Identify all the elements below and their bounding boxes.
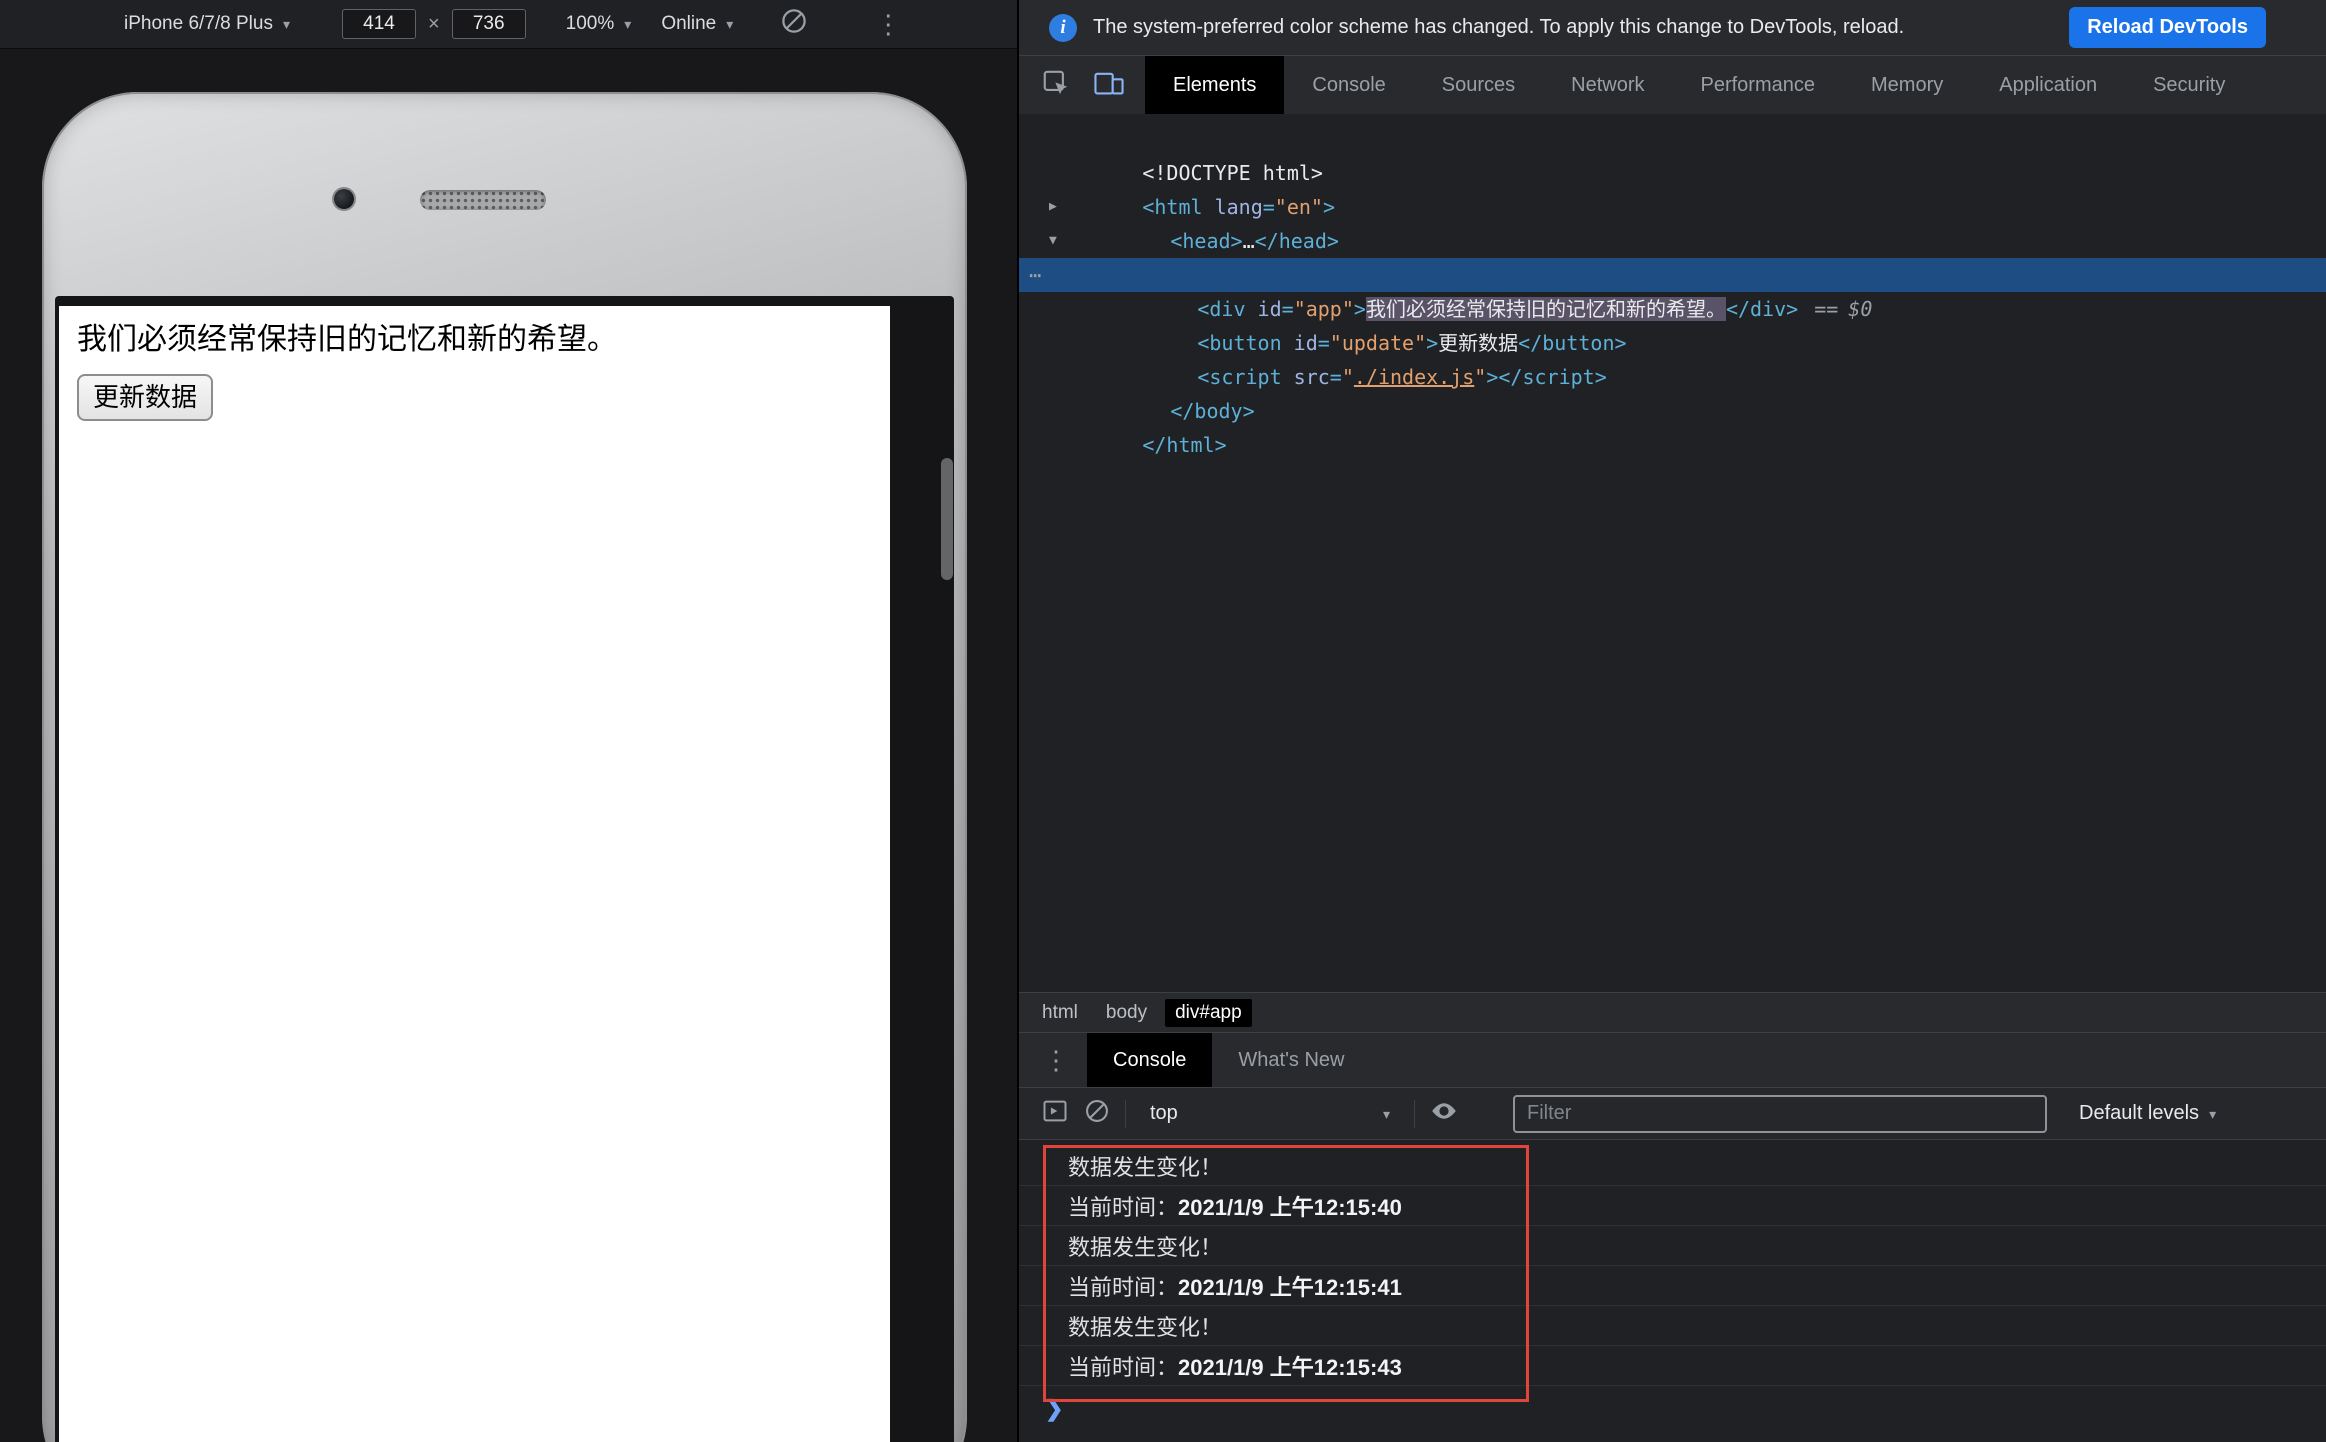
rotate-disabled-icon xyxy=(779,6,809,42)
tab-console[interactable]: Console xyxy=(1284,56,1413,114)
console-messages-area: 数据发生变化！ 当前时间： 2021/1/9 上午12:15:40 数据发生变化！… xyxy=(1019,1140,2326,1442)
dimensions-times-separator: × xyxy=(427,12,440,35)
node-more-actions-icon[interactable]: ⋯ xyxy=(1029,258,1042,292)
device-toolbar: iPhone 6/7/8 Plus ▾ × 100% ▾ Online ▾ ⋮ xyxy=(0,0,1017,49)
device-emulation-pane: iPhone 6/7/8 Plus ▾ × 100% ▾ Online ▾ ⋮ xyxy=(0,0,1019,1442)
breadcrumb-item-body[interactable]: body xyxy=(1096,999,1157,1027)
elements-panel: <!DOCTYPE html> <html lang="en"> ▶ <head>… xyxy=(1019,114,2326,992)
tab-application[interactable]: Application xyxy=(1971,56,2125,114)
dom-node-update-button[interactable]: <button id="update">更新数据</button> xyxy=(1019,292,2326,355)
toggle-device-toolbar-button[interactable] xyxy=(1093,68,1125,103)
drawer-tab-whats-new[interactable]: What's New xyxy=(1212,1033,1370,1087)
tab-network[interactable]: Network xyxy=(1543,56,1672,114)
device-toolbar-icon xyxy=(1093,68,1125,103)
console-message-row: 数据发生变化！ xyxy=(1019,1226,2326,1266)
chevron-down-icon: ▾ xyxy=(282,16,290,32)
tab-sources[interactable]: Sources xyxy=(1414,56,1543,114)
ban-circle-icon xyxy=(1083,1097,1111,1130)
console-sidebar-icon xyxy=(1041,1097,1069,1130)
expand-arrow-icon[interactable]: ▶ xyxy=(1049,190,1057,224)
breadcrumb: html body div#app xyxy=(1019,992,2326,1032)
main-tab-bar: Elements Console Sources Network Perform… xyxy=(1019,56,2326,114)
dom-node-script[interactable]: <script src="./index.js"></script> xyxy=(1019,326,2326,389)
clear-console-button[interactable] xyxy=(1083,1097,1111,1130)
breadcrumb-item-html[interactable]: html xyxy=(1032,999,1088,1027)
phone-screen: 我们必须经常保持旧的记忆和新的希望。 更新数据 xyxy=(55,296,954,1442)
infobar-message: The system-preferred color scheme has ch… xyxy=(1093,16,1905,38)
log-levels-label: Default levels xyxy=(2079,1102,2200,1124)
zoom-select-label: 100% xyxy=(565,13,615,34)
chevron-down-icon: ▾ xyxy=(624,16,632,32)
viewport-scrollbar-thumb[interactable] xyxy=(941,458,953,580)
device-select-label: iPhone 6/7/8 Plus xyxy=(124,13,273,34)
devtools-window: iPhone 6/7/8 Plus ▾ × 100% ▾ Online ▾ ⋮ xyxy=(0,0,2326,1442)
chevron-down-icon: ▾ xyxy=(726,16,734,32)
log-levels-select[interactable]: Default levels ▾ xyxy=(2079,1102,2216,1125)
drawer-menu-button[interactable]: ⋮ xyxy=(1019,1033,1087,1087)
console-prompt[interactable]: ❯ xyxy=(1019,1386,2326,1422)
console-message-row: 数据发生变化！ xyxy=(1019,1146,2326,1186)
viewport-height-input[interactable] xyxy=(451,9,526,39)
javascript-context-selector[interactable]: top ▾ xyxy=(1140,1102,1400,1125)
breadcrumb-item-div-app[interactable]: div#app xyxy=(1165,998,1252,1027)
zoom-select[interactable]: 100% ▾ xyxy=(566,13,632,35)
tab-security[interactable]: Security xyxy=(2125,56,2253,114)
console-toolbar: top ▾ Default levels ▾ xyxy=(1019,1088,2326,1140)
dom-node-html[interactable]: <html lang="en"> xyxy=(1019,156,2326,219)
chevron-down-icon: ▾ xyxy=(2209,1105,2217,1122)
toolbar-separator xyxy=(1125,1099,1126,1128)
console-message-row: 数据发生变化！ xyxy=(1019,1306,2326,1346)
console-message-row: 当前时间： 2021/1/9 上午12:15:41 xyxy=(1019,1266,2326,1306)
phone-speaker-grille xyxy=(420,190,546,210)
dom-close-body[interactable]: </body> xyxy=(1019,360,2326,423)
create-live-expression-button[interactable] xyxy=(1429,1096,1459,1131)
phone-camera xyxy=(334,189,354,209)
inspect-cursor-icon xyxy=(1041,68,1071,103)
kebab-menu-icon: ⋮ xyxy=(1043,1044,1069,1075)
inspect-element-button[interactable] xyxy=(1041,68,1071,103)
tab-elements[interactable]: Elements xyxy=(1145,56,1285,114)
kebab-menu-icon: ⋮ xyxy=(875,9,902,39)
network-throttle-select[interactable]: Online ▾ xyxy=(661,13,733,35)
page-text: 我们必须经常保持旧的记忆和新的希望。 xyxy=(77,323,617,356)
prompt-chevron-icon: ❯ xyxy=(1045,1396,1064,1421)
console-sidebar-button[interactable] xyxy=(1041,1097,1069,1130)
emulated-page-viewport: 我们必须经常保持旧的记忆和新的希望。 更新数据 xyxy=(59,306,890,1442)
collapse-arrow-icon[interactable]: ▼ xyxy=(1049,224,1057,258)
update-data-button[interactable]: 更新数据 xyxy=(77,374,214,422)
toolbar-separator xyxy=(1414,1099,1415,1128)
phone-device-frame: 我们必须经常保持旧的记忆和新的希望。 更新数据 xyxy=(42,92,967,1442)
devtools-pane: i The system-preferred color scheme has … xyxy=(1019,0,2326,1442)
console-drawer-header: ⋮ Console What's New xyxy=(1019,1032,2326,1088)
dom-node-app-div[interactable]: ⋯ <div id="app">我们必须经常保持旧的记忆和新的希望。</div> =… xyxy=(1019,258,2326,321)
toolbar-icons xyxy=(1019,56,1145,114)
tab-performance[interactable]: Performance xyxy=(1673,56,1844,114)
viewport-width-input[interactable] xyxy=(341,9,416,39)
dom-close-html[interactable]: </html> xyxy=(1019,394,2326,457)
drawer-tab-console[interactable]: Console xyxy=(1087,1033,1213,1087)
chevron-down-icon: ▾ xyxy=(1382,1105,1390,1122)
console-filter-input[interactable] xyxy=(1513,1094,2047,1133)
console-message-row: 当前时间： 2021/1/9 上午12:15:43 xyxy=(1019,1346,2326,1386)
eye-icon xyxy=(1429,1096,1459,1131)
context-selector-value: top xyxy=(1150,1102,1178,1124)
infobar: i The system-preferred color scheme has … xyxy=(1019,0,2326,56)
rotate-viewport-button[interactable] xyxy=(779,6,809,42)
console-message-row: 当前时间： 2021/1/9 上午12:15:40 xyxy=(1019,1186,2326,1226)
device-toolbar-more-options-button[interactable]: ⋮ xyxy=(875,11,901,37)
dom-line-doctype[interactable]: <!DOCTYPE html> xyxy=(1019,122,2326,185)
tab-memory[interactable]: Memory xyxy=(1843,56,1971,114)
info-icon: i xyxy=(1049,13,1077,42)
reload-devtools-button[interactable]: Reload DevTools xyxy=(2069,7,2266,48)
dom-node-head[interactable]: ▶ <head>…</head> xyxy=(1019,190,2326,253)
dom-node-body[interactable]: ▼<body> xyxy=(1019,224,2326,287)
device-select[interactable]: iPhone 6/7/8 Plus ▾ xyxy=(124,13,290,35)
network-throttle-label: Online xyxy=(661,13,717,34)
